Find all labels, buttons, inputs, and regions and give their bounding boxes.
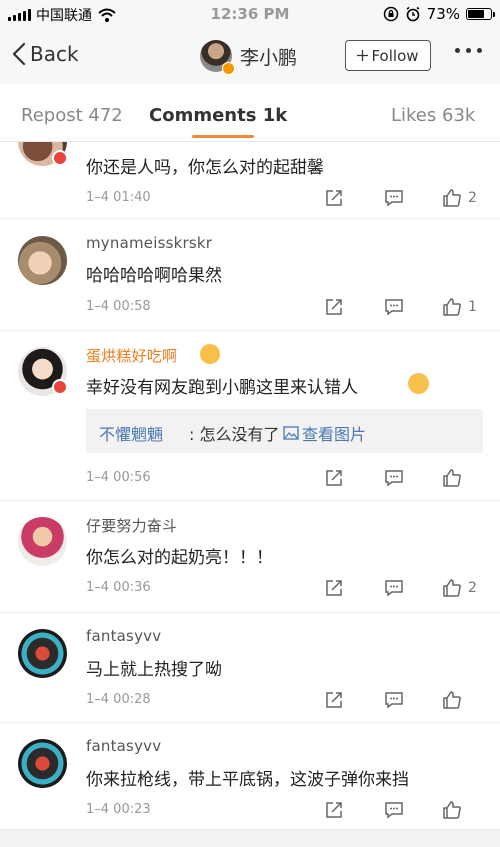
comment-text: 你来拉枪线，带上平底锅，这波子弹你来挡 <box>86 770 409 790</box>
alarm-icon <box>406 6 420 22</box>
share-icon[interactable] <box>324 690 344 710</box>
comment-icon[interactable] <box>384 468 404 488</box>
thumbs-up-icon <box>443 469 461 487</box>
back-button[interactable]: Back <box>12 42 79 66</box>
verified-badge-icon <box>222 62 235 75</box>
share-icon[interactable] <box>324 188 344 208</box>
thumbs-up-icon <box>443 298 461 316</box>
rotation-lock-icon <box>383 6 398 22</box>
comment-time: 1–4 00:23 <box>86 802 151 817</box>
thumbs-up-icon <box>443 691 461 709</box>
comment-text: 马上就上热搜了呦 <box>86 660 222 680</box>
more-options-button[interactable] <box>455 48 482 53</box>
like-button[interactable]: 2 <box>442 188 482 208</box>
status-bar: 中国联通 12:36 PM 73% <box>0 0 500 30</box>
like-count: 1 <box>468 299 477 315</box>
like-button[interactable] <box>442 800 482 820</box>
more-dot-icon <box>466 48 471 53</box>
chevron-left-icon <box>12 42 26 66</box>
avatar[interactable] <box>18 629 67 678</box>
comment-actions <box>324 690 482 710</box>
thumbs-up-icon <box>443 189 461 207</box>
comment-item: fantasyvv 马上就上热搜了呦 1–4 00:28 <box>0 613 500 723</box>
like-button[interactable] <box>442 468 482 488</box>
like-button[interactable] <box>442 690 482 710</box>
image-icon <box>283 426 299 440</box>
more-dot-icon <box>477 48 482 53</box>
emoji-icon <box>408 373 429 394</box>
comment-item: 你还是人吗，你怎么对的起甜馨 1–4 01:40 2 <box>0 142 500 219</box>
tab-comments[interactable]: Comments 1k <box>149 105 287 126</box>
view-image-link[interactable]: 查看图片 <box>283 421 366 445</box>
comment-time: 1–4 00:56 <box>86 470 151 485</box>
share-icon[interactable] <box>324 800 344 820</box>
comment-icon[interactable] <box>384 690 404 710</box>
comment-time: 1–4 01:40 <box>86 190 151 205</box>
battery-icon <box>466 8 495 20</box>
comment-time: 1–4 00:58 <box>86 299 151 314</box>
nav-user[interactable]: 李小鹏 <box>200 40 298 75</box>
comment-item: 蛋烘糕好吃啊 幸好没有网友跑到小鹏这里来认错人 不懼魍魎 : 怎么没有了 查看图… <box>0 331 500 501</box>
verified-badge-icon <box>52 379 68 395</box>
comment-actions: 1 <box>324 297 482 317</box>
share-icon[interactable] <box>324 297 344 317</box>
bottom-divider <box>0 830 500 847</box>
comment-username[interactable]: fantasyvv <box>86 737 161 755</box>
thumbs-up-icon <box>443 801 461 819</box>
active-tab-indicator <box>192 135 254 138</box>
nav-user-name: 李小鹏 <box>240 46 298 69</box>
view-image-label: 查看图片 <box>302 425 367 444</box>
follow-label: Follow <box>371 46 419 65</box>
reply-username[interactable]: 不懼魍魎 <box>99 421 163 445</box>
comment-actions <box>324 468 482 488</box>
tab-bar: Repost 472 Comments 1k Likes 63k <box>0 84 500 142</box>
comment-icon[interactable] <box>384 800 404 820</box>
comment-icon[interactable] <box>384 297 404 317</box>
nav-bar: Back 李小鹏 Follow <box>0 30 500 84</box>
comment-username[interactable]: mynameisskrskr <box>86 234 212 252</box>
comment-icon[interactable] <box>384 578 404 598</box>
verified-badge-icon <box>52 150 68 166</box>
comment-text: 你怎么对的起奶亮！！！ <box>86 548 273 568</box>
avatar[interactable] <box>200 40 235 75</box>
avatar[interactable] <box>18 739 67 788</box>
comment-actions <box>324 800 482 820</box>
comment-username[interactable]: 仔要努力奋斗 <box>86 515 177 536</box>
comment-item: fantasyvv 你来拉枪线，带上平底锅，这波子弹你来挡 1–4 00:23 <box>0 723 500 830</box>
battery-percent: 73% <box>426 5 460 23</box>
follow-button[interactable]: Follow <box>345 40 431 71</box>
reply-preview[interactable]: 不懼魍魎 : 怎么没有了 查看图片 <box>86 409 483 453</box>
comment-item: mynameisskrskr 哈哈哈哈啊哈果然 1–4 00:58 1 <box>0 219 500 331</box>
share-icon[interactable] <box>324 578 344 598</box>
avatar[interactable] <box>18 236 67 285</box>
reply-text: : 怎么没有了 <box>189 425 280 444</box>
comment-actions: 2 <box>324 578 482 598</box>
comment-item: 仔要努力奋斗 你怎么对的起奶亮！！！ 1–4 00:36 2 <box>0 501 500 613</box>
comment-text: 哈哈哈哈啊哈果然 <box>86 266 222 286</box>
thumbs-up-icon <box>443 579 461 597</box>
comments-list[interactable]: 你还是人吗，你怎么对的起甜馨 1–4 01:40 2 mynameisskrsk… <box>0 142 500 847</box>
status-right: 73% <box>383 5 495 23</box>
battery-fill <box>468 10 485 18</box>
back-label: Back <box>30 42 79 66</box>
comment-actions: 2 <box>324 188 482 208</box>
comment-icon[interactable] <box>384 188 404 208</box>
comment-username[interactable]: 蛋烘糕好吃啊 <box>86 345 177 366</box>
like-button[interactable]: 1 <box>442 297 482 317</box>
more-dot-icon <box>455 48 460 53</box>
comment-text: 你还是人吗，你怎么对的起甜馨 <box>86 158 324 178</box>
comment-text: 幸好没有网友跑到小鹏这里来认错人 <box>86 378 358 398</box>
tab-likes[interactable]: Likes 63k <box>391 105 475 126</box>
like-button[interactable]: 2 <box>442 578 482 598</box>
like-count: 2 <box>468 190 477 206</box>
comment-time: 1–4 00:28 <box>86 692 151 707</box>
plus-icon <box>357 50 369 61</box>
emoji-icon <box>200 344 220 364</box>
comment-time: 1–4 00:36 <box>86 580 151 595</box>
comment-username[interactable]: fantasyvv <box>86 627 161 645</box>
share-icon[interactable] <box>324 468 344 488</box>
like-count: 2 <box>468 580 477 596</box>
tab-repost[interactable]: Repost 472 <box>21 105 123 126</box>
avatar[interactable] <box>18 517 67 566</box>
